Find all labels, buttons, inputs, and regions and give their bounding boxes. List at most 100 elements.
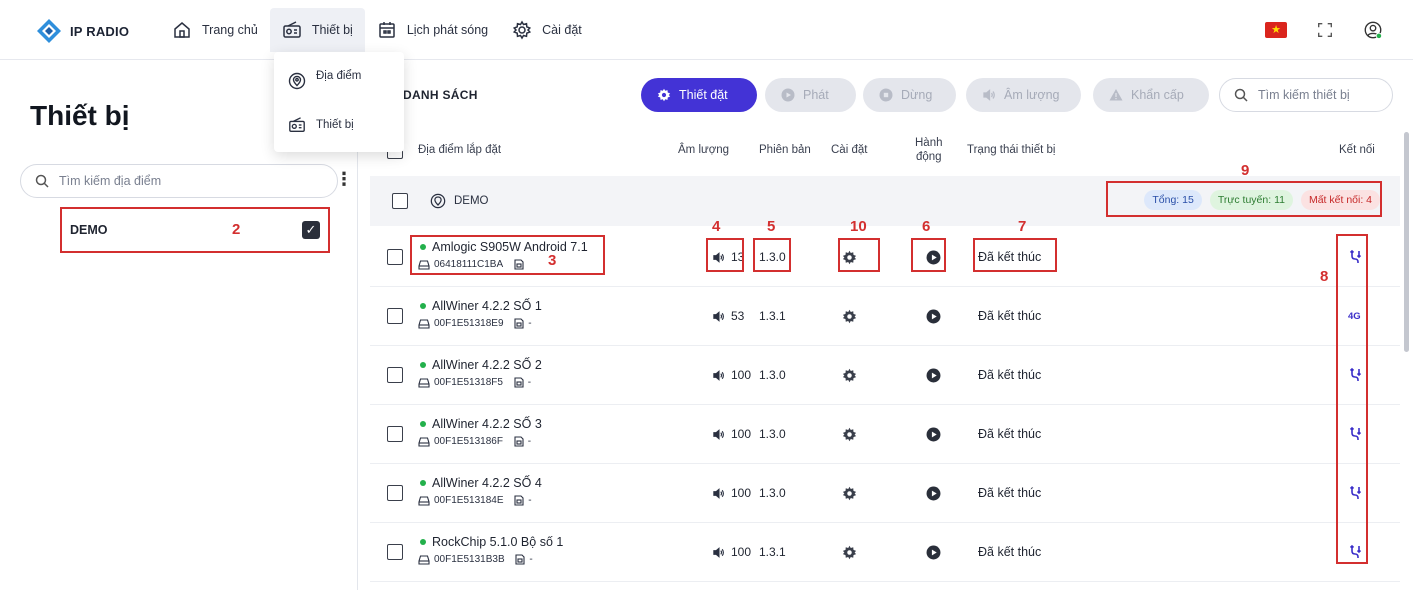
row-checkbox[interactable] <box>387 308 403 324</box>
speaker-icon <box>713 428 724 440</box>
row-checkbox[interactable] <box>387 249 403 265</box>
device-settings-button[interactable] <box>842 464 857 522</box>
volume-cell[interactable]: 13 <box>712 228 744 286</box>
column-header-status[interactable]: Trạng thái thiết bị <box>967 128 1055 174</box>
device-icon <box>418 554 430 565</box>
volume-button[interactable]: Âm lượng <box>966 78 1081 112</box>
table-row[interactable]: AllWiner 4.2.2 SỐ 1 00F1E51318E9 - 53 1.3.1… <box>370 287 1400 346</box>
column-header-connection[interactable]: Kết nối <box>1339 128 1375 174</box>
gear-icon <box>513 20 532 40</box>
wired-connection-icon <box>1349 367 1362 381</box>
column-header-location[interactable]: Địa điểm lắp đặt <box>418 128 501 174</box>
online-status-dot <box>420 244 426 250</box>
column-header-volume[interactable]: Âm lượng <box>678 128 729 174</box>
vietnam-flag-icon[interactable]: ★ <box>1265 22 1287 38</box>
list-title: DANH SÁCH <box>403 88 478 102</box>
version-cell: 1.3.0 <box>759 368 786 382</box>
nav-item-settings[interactable]: Cài đặt <box>500 8 594 52</box>
device-settings-button[interactable] <box>842 523 857 581</box>
volume-cell[interactable]: 100 <box>712 346 751 404</box>
logo-icon <box>37 19 61 43</box>
lost-connection-badge: Mất kết nối: 4 <box>1300 190 1380 210</box>
play-button[interactable]: Phát <box>765 78 856 112</box>
speaker-icon <box>983 89 995 101</box>
volume-cell[interactable]: 100 <box>712 523 751 581</box>
device-icon <box>418 259 430 270</box>
device-search-box <box>1219 78 1393 112</box>
volume-button-label: Âm lượng <box>1004 88 1060 102</box>
nav-label: Thiết bị <box>311 23 353 37</box>
sim-card-icon <box>514 495 524 506</box>
device-play-button[interactable] <box>926 405 941 463</box>
volume-cell[interactable]: 53 <box>712 287 744 345</box>
device-settings-button[interactable] <box>842 346 857 404</box>
device-name[interactable]: AllWiner 4.2.2 SỐ 1 <box>420 299 542 313</box>
device-name[interactable]: AllWiner 4.2.2 SỐ 4 <box>420 476 542 490</box>
volume-value: 100 <box>731 486 752 500</box>
nav-item-schedule[interactable]: Lịch phát sóng <box>365 8 500 52</box>
app-logo[interactable]: IP RADIO <box>36 18 129 44</box>
row-checkbox[interactable] <box>387 544 403 560</box>
gear-icon <box>657 88 671 102</box>
device-play-button[interactable] <box>926 523 941 581</box>
annotation-number: 9 <box>1241 162 1250 179</box>
device-name[interactable]: Amlogic S905W Android 7.1 <box>420 240 588 254</box>
table-row[interactable]: AllWiner 4.2.2 SỐ 4 00F1E513184E - 100 1.3.… <box>370 464 1400 523</box>
table-row[interactable]: AllWiner 4.2.2 SỐ 3 00F1E513186F - 100 1.3.… <box>370 405 1400 464</box>
nav-item-devices[interactable]: Thiết bị <box>269 8 365 52</box>
location-item-demo[interactable]: DEMO ✓ <box>60 207 330 253</box>
device-name[interactable]: AllWiner 4.2.2 SỐ 2 <box>420 358 542 372</box>
gear-icon <box>842 368 857 382</box>
volume-cell[interactable]: 100 <box>712 405 751 463</box>
device-name[interactable]: AllWiner 4.2.2 SỐ 3 <box>420 417 542 431</box>
device-settings-button[interactable] <box>842 228 857 286</box>
emergency-button[interactable]: Khẩn cấp <box>1093 78 1209 112</box>
device-name[interactable]: RockChip 5.1.0 Bộ số 1 <box>420 535 563 549</box>
annotation-number: 5 <box>767 218 776 235</box>
device-settings-button[interactable] <box>842 405 857 463</box>
device-search-input[interactable] <box>1258 88 1382 102</box>
device-play-button[interactable] <box>926 464 941 522</box>
connection-cell <box>1348 523 1364 581</box>
dropdown-item-locations[interactable]: Địa điểm <box>288 70 361 90</box>
fullscreen-icon[interactable] <box>1315 20 1335 40</box>
sim-info-text: - <box>527 436 532 447</box>
table-row[interactable]: Amlogic S905W Android 7.1 06418111C1BA 13… <box>370 228 1400 287</box>
user-account-icon[interactable] <box>1363 20 1383 40</box>
row-checkbox[interactable] <box>387 485 403 501</box>
play-icon <box>781 88 795 102</box>
speaker-icon <box>713 487 724 499</box>
settings-button[interactable]: Thiết đặt <box>641 78 757 112</box>
column-header-settings[interactable]: Cài đặt <box>831 128 867 174</box>
table-row[interactable]: AllWiner 4.2.2 SỐ 2 00F1E51318F5 - 100 1.3.… <box>370 346 1400 405</box>
device-settings-button[interactable] <box>842 287 857 345</box>
location-icon <box>430 193 446 209</box>
dropdown-item-devices[interactable]: Thiết bị <box>288 116 354 134</box>
device-id-text: 00F1E51318E9 <box>434 318 504 329</box>
emergency-button-label: Khẩn cấp <box>1131 88 1184 102</box>
device-play-button[interactable] <box>926 346 941 404</box>
row-checkbox[interactable] <box>387 367 403 383</box>
gear-icon <box>842 427 857 441</box>
table-scrollbar[interactable] <box>1404 132 1409 352</box>
group-checkbox[interactable] <box>392 193 408 209</box>
device-play-button[interactable] <box>926 228 941 286</box>
location-checkbox[interactable]: ✓ <box>302 221 320 239</box>
stop-button[interactable]: Dừng <box>863 78 956 112</box>
annotation-number: 8 <box>1320 268 1329 285</box>
device-icon <box>418 318 430 329</box>
location-search-input[interactable] <box>59 174 309 188</box>
table-row[interactable]: RockChip 5.1.0 Bộ số 1 00F1E5131B3B - 100 1… <box>370 523 1400 582</box>
sim-card-icon <box>514 259 524 270</box>
volume-value: 100 <box>731 368 752 382</box>
volume-cell[interactable]: 100 <box>712 464 751 522</box>
location-group-row[interactable]: DEMO Tổng: 15 Trực tuyến: 11 Mất kết nối… <box>370 176 1400 226</box>
column-header-version[interactable]: Phiên bản <box>759 128 811 174</box>
device-id: 06418111C1BA <box>418 259 528 270</box>
row-checkbox[interactable] <box>387 426 403 442</box>
column-header-action[interactable]: Hành động <box>915 128 943 174</box>
device-play-button[interactable] <box>926 287 941 345</box>
nav-item-home[interactable]: Trang chủ <box>160 8 270 52</box>
more-options-icon[interactable]: ⋮ <box>335 170 353 188</box>
annotation-number: 10 <box>850 218 867 235</box>
